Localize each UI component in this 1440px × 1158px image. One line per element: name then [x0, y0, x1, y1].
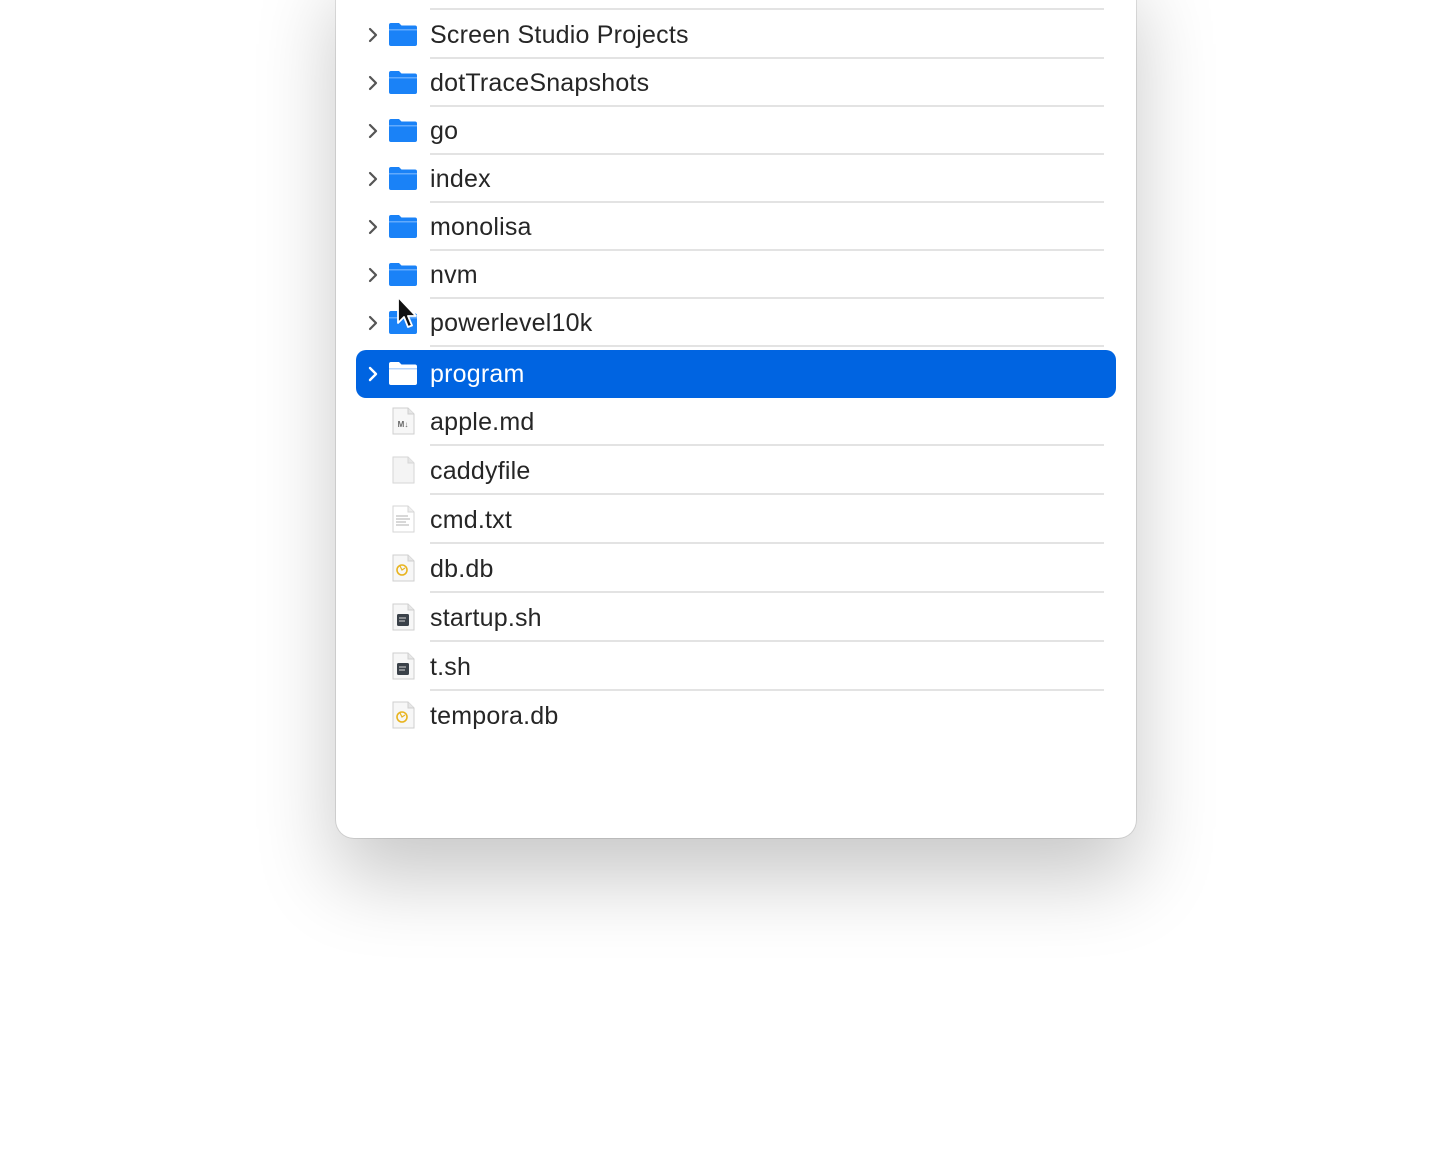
chevron-right-icon[interactable] — [364, 26, 382, 44]
folder-icon — [389, 23, 417, 46]
chevron-right-icon[interactable] — [364, 218, 382, 236]
list-item-go[interactable]: go — [356, 107, 1116, 155]
document-icon — [392, 456, 415, 484]
row-separator — [430, 493, 1104, 495]
item-name: db.db — [430, 555, 494, 583]
list-item-t-sh[interactable]: t.sh — [356, 643, 1116, 691]
shell-script-icon — [392, 652, 415, 680]
item-name: cmd.txt — [430, 506, 512, 534]
folder-icon — [389, 362, 417, 385]
item-name: powerlevel10k — [430, 309, 593, 337]
row-separator — [430, 689, 1104, 691]
list-item-tempora-db[interactable]: tempora.db — [356, 692, 1116, 740]
item-name: index — [430, 165, 491, 193]
list-item-powerlevel10k[interactable]: powerlevel10k — [356, 299, 1116, 347]
list-item-cmd-txt[interactable]: cmd.txt — [356, 496, 1116, 544]
list-item-partial[interactable] — [356, 0, 1116, 10]
list-item-nvm[interactable]: nvm — [356, 251, 1116, 299]
item-name: go — [430, 117, 459, 145]
list-item-program[interactable]: program — [356, 350, 1116, 398]
item-name: dotTraceSnapshots — [430, 69, 650, 97]
list-item-apple-md[interactable]: M↓ apple.md — [356, 398, 1116, 446]
shell-script-icon — [392, 603, 415, 631]
folder-icon — [389, 167, 417, 190]
list-item-startup-sh[interactable]: startup.sh — [356, 594, 1116, 642]
folder-icon — [389, 215, 417, 238]
folder-icon — [389, 263, 417, 286]
markdown-file-icon: M↓ — [392, 407, 415, 435]
mouse-pointer-icon — [397, 296, 417, 328]
item-name: Screen Studio Projects — [430, 21, 689, 49]
item-name: tempora.db — [430, 702, 559, 730]
chevron-right-icon[interactable] — [364, 170, 382, 188]
row-separator — [430, 444, 1104, 446]
item-name: apple.md — [430, 408, 535, 436]
finder-window: Screen Studio Projects dotTraceSnapshots… — [336, 0, 1136, 838]
text-file-icon — [392, 505, 415, 533]
list-item-dottracesnapshots[interactable]: dotTraceSnapshots — [356, 59, 1116, 107]
row-separator — [430, 591, 1104, 593]
chevron-right-icon[interactable] — [364, 365, 382, 383]
database-file-icon — [392, 701, 415, 729]
row-separator — [430, 345, 1104, 347]
item-name: caddyfile — [430, 457, 531, 485]
folder-icon — [389, 71, 417, 94]
list-item-screen-studio-projects[interactable]: Screen Studio Projects — [356, 11, 1116, 59]
item-name: monolisa — [430, 213, 532, 241]
list-item-db-db[interactable]: db.db — [356, 545, 1116, 593]
row-separator — [430, 542, 1104, 544]
list-item-index[interactable]: index — [356, 155, 1116, 203]
database-file-icon — [392, 554, 415, 582]
item-name: program — [430, 360, 525, 388]
item-name: startup.sh — [430, 604, 542, 632]
row-separator — [430, 640, 1104, 642]
list-item-caddyfile[interactable]: caddyfile — [356, 447, 1116, 495]
row-separator — [430, 8, 1104, 10]
item-name: t.sh — [430, 653, 472, 681]
folder-icon — [389, 119, 417, 142]
chevron-right-icon[interactable] — [364, 122, 382, 140]
chevron-right-icon[interactable] — [364, 74, 382, 92]
chevron-right-icon[interactable] — [364, 314, 382, 332]
svg-text:M↓: M↓ — [398, 420, 409, 429]
item-name: nvm — [430, 261, 478, 289]
chevron-right-icon[interactable] — [364, 266, 382, 284]
list-item-monolisa[interactable]: monolisa — [356, 203, 1116, 251]
